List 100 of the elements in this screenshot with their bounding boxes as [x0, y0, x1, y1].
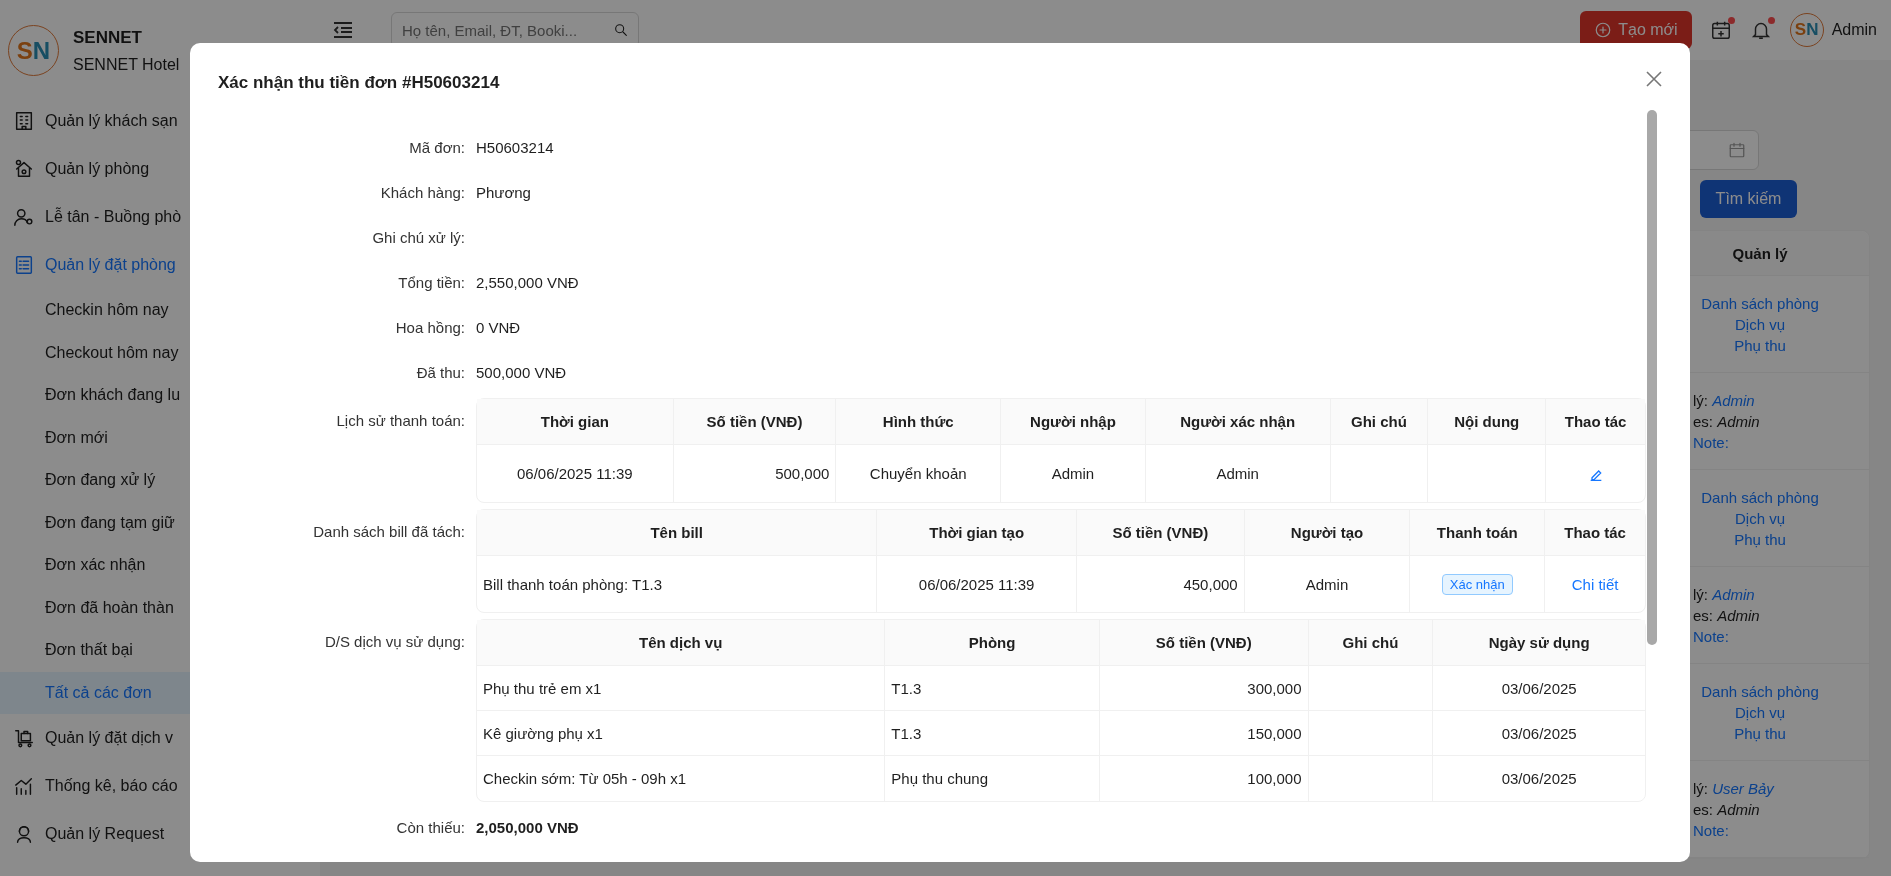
field-value: H50603214 [476, 139, 554, 156]
search-icon [613, 22, 629, 38]
creator-name: Admin [1717, 606, 1760, 624]
field-label: Danh sách bill đã tách: [312, 522, 465, 542]
table-header-cell: Nội dung [1428, 399, 1547, 445]
meta-label: lý: [1693, 585, 1708, 603]
table-link[interactable]: Phụ thu [1734, 724, 1786, 742]
table-cell: T1.3 [885, 666, 1100, 711]
table-cell: 06/06/2025 11:39 [877, 556, 1077, 612]
scrollbar[interactable] [1647, 110, 1657, 645]
handler-link[interactable]: Admin [1712, 585, 1755, 603]
table-cell: 06/06/2025 11:39 [477, 445, 674, 502]
table-cell: 450,000 [1076, 556, 1245, 612]
table-cell: Chuyển khoản [836, 445, 1002, 502]
field-label: Ghi chú xử lý: [371, 228, 465, 248]
table-header-cell: Người xác nhận [1145, 399, 1331, 445]
field-value: 2,050,000 VNĐ [476, 819, 579, 836]
table-header-cell: Tên dịch vụ [477, 620, 886, 666]
creator-name: Admin [1717, 412, 1760, 430]
table-header-cell: Người nhập [1001, 399, 1146, 445]
handler-link[interactable]: Admin [1712, 391, 1755, 409]
table-cell: 500,000 [673, 445, 837, 502]
table-header-cell: Thao tác [1546, 399, 1645, 445]
table-cell: Kê giường phụ x1 [477, 711, 886, 756]
field-value: Phương [476, 184, 531, 201]
menu-fold-icon[interactable] [333, 21, 353, 39]
table-cell: Phụ thu chung [885, 756, 1100, 801]
calendar-icon[interactable] [1709, 19, 1732, 41]
note-link[interactable]: Note: [1693, 627, 1729, 645]
table-link[interactable]: Phụ thu [1734, 336, 1786, 354]
table-header-cell: Ngày sử dụng [1433, 620, 1645, 666]
field-value: 0 VNĐ [476, 319, 521, 336]
search-button[interactable]: Tìm kiếm [1700, 180, 1797, 218]
field-label: Khách hàng: [379, 183, 465, 203]
menu-item[interactable]: Quản lý khách sạn [0, 97, 320, 145]
field-label: Đã thu: [415, 363, 465, 383]
table-cell: Admin [1001, 445, 1146, 502]
note-link[interactable]: Note: [1693, 433, 1729, 451]
handler-link[interactable]: User Bảy [1712, 779, 1774, 797]
field-label: D/S dịch vụ sử dụng: [323, 632, 465, 652]
close-button[interactable] [1644, 69, 1664, 89]
field-label: Còn thiếu: [395, 818, 465, 838]
table-cell: 03/06/2025 [1433, 666, 1645, 711]
table-header-cell: Hình thức [836, 399, 1002, 445]
user-name[interactable]: Admin [1831, 21, 1877, 39]
menu-item[interactable]: Quản lý phòng [0, 145, 320, 193]
dialog-title: Xác nhận thu tiền đơn #H50603214 [218, 73, 500, 93]
table-cell: Admin [1244, 556, 1411, 612]
field-value: 2,550,000 VNĐ [476, 274, 579, 291]
table-cell: 03/06/2025 [1433, 711, 1645, 756]
meta-label: es: [1693, 800, 1713, 818]
table-header-cell: Ghi chú [1330, 399, 1429, 445]
table-link[interactable]: Phụ thu [1734, 530, 1786, 548]
table-header-cell: Ghi chú [1308, 620, 1434, 666]
table-header-cell: Số tiền (VNĐ) [1076, 510, 1245, 556]
table-cell: Admin [1145, 445, 1331, 502]
building-icon [13, 110, 35, 132]
calendar-icon [1728, 141, 1746, 159]
meta-label: es: [1693, 606, 1713, 624]
table-cell: Phụ thu trẻ em x1 [477, 666, 886, 711]
menu-item[interactable]: Quản lý đặt phòng [0, 241, 320, 289]
menu-item[interactable]: Lễ tân - Buồng phò [0, 193, 320, 241]
table-link[interactable]: Danh sách phòng [1701, 488, 1819, 506]
hotel-name: SENNET Hotel [73, 55, 180, 74]
table-header-cell: Thao tác [1545, 510, 1645, 556]
field-label: Hoa hồng: [394, 318, 465, 338]
table-header-cell: Số tiền (VNĐ) [1099, 620, 1309, 666]
table-link[interactable]: Danh sách phòng [1701, 294, 1819, 312]
menu-item[interactable]: Quản lý đặt dịch v [0, 714, 320, 762]
meta-label: lý: [1693, 779, 1708, 797]
table-link[interactable]: Dịch vụ [1735, 315, 1785, 333]
table-link[interactable]: Danh sách phòng [1701, 682, 1819, 700]
table-cell: 300,000 [1099, 666, 1309, 711]
table-header-cell: Số tiền (VNĐ) [673, 399, 837, 445]
note-link[interactable]: Note: [1693, 821, 1729, 839]
meta-label: es: [1693, 412, 1713, 430]
status-tag: Xác nhận [1441, 573, 1513, 595]
table-header-cell: Người tạo [1244, 510, 1411, 556]
creator-name: Admin [1717, 800, 1760, 818]
trolley-icon [13, 727, 35, 749]
table-cell: 100,000 [1099, 756, 1309, 801]
table-link[interactable]: Dịch vụ [1735, 509, 1785, 527]
menu-item[interactable]: Quản lý Request [0, 810, 320, 858]
table-header-cell: Thời gian tạo [877, 510, 1077, 556]
brand-name: SENNET [73, 27, 143, 48]
table-cell: Bill thanh toán phòng: T1.3 [477, 556, 878, 612]
menu-item[interactable]: Thống kê, báo cáo [0, 762, 320, 810]
field-label: Lịch sử thanh toán: [335, 411, 465, 431]
table-link[interactable]: Dịch vụ [1735, 703, 1785, 721]
table-header-cell: Phòng [885, 620, 1100, 666]
table-header-cell: Thời gian [477, 399, 674, 445]
table-header-cell: Thanh toán [1410, 510, 1546, 556]
checklist-icon [13, 254, 35, 276]
table-header-cell: Tên bill [477, 510, 878, 556]
field-label: Mã đơn: [408, 138, 465, 158]
table-cell: T1.3 [885, 711, 1100, 756]
table-cell: Checkin sớm: Từ 05h - 09h x1 [477, 756, 886, 801]
detail-link[interactable]: Chi tiết [1571, 575, 1619, 593]
plus-circle-icon [1594, 21, 1613, 39]
table-cell-text: 03/06/2025 [1500, 769, 1578, 789]
